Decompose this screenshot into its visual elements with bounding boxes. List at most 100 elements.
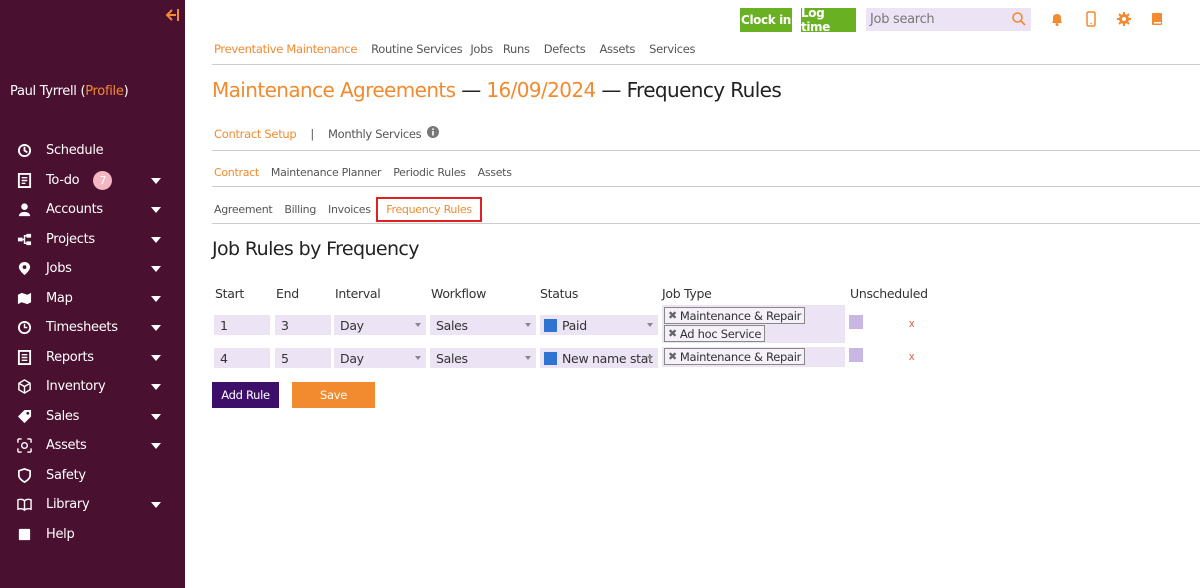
book-icon[interactable] [1149,11,1165,27]
sidebar-item-label: Accounts [46,202,103,218]
nav-routine-services[interactable]: Routine Services [371,42,463,56]
sidebar-item-todo[interactable]: To-do 7 [0,166,185,196]
job-type-multiselect[interactable]: ✖ Maintenance & Repair ✖ Ad hoc Service [662,305,845,343]
title-date[interactable]: 16/09/2024 [486,78,596,102]
sidebar-item-projects[interactable]: Projects [0,225,185,255]
tab-agreement[interactable]: Agreement [214,203,273,216]
bell-icon[interactable] [1049,11,1065,27]
sidebar-item-reports[interactable]: Reports [0,343,185,373]
sidebar-item-timesheets[interactable]: Timesheets [0,313,185,343]
start-input[interactable]: 4 [214,348,270,368]
chevron-down-icon[interactable] [151,177,161,184]
mobile-icon[interactable] [1083,11,1099,27]
collapse-sidebar-icon[interactable] [164,8,180,26]
chevron-down-icon[interactable] [151,266,161,272]
sidebar-item-assets[interactable]: Assets [0,431,185,461]
title-separator: — [595,78,627,102]
nav-preventative-maintenance[interactable]: Preventative Maintenance [214,42,357,56]
reports-icon [16,349,32,365]
chevron-down-icon [647,356,653,360]
tab-periodic-rules[interactable]: Periodic Rules [393,166,466,179]
end-input[interactable]: 5 [275,348,331,368]
nav-jobs[interactable]: Jobs [470,42,493,56]
job-type-tag-label: Maintenance & Repair [679,308,802,323]
schedule-icon [16,143,32,159]
clock-in-button[interactable]: Clock in [740,8,792,32]
tab-contract[interactable]: Contract [214,166,259,179]
chevron-down-icon[interactable] [151,413,161,420]
sidebar-item-jobs[interactable]: Jobs [0,254,185,284]
header-unscheduled: Unscheduled [850,286,928,301]
header-interval: Interval [335,286,381,301]
chevron-down-icon [415,356,421,360]
tab-maintenance-planner[interactable]: Maintenance Planner [271,166,382,179]
job-search-input[interactable]: Job search [866,8,1031,31]
section-title: Job Rules by Frequency [212,238,420,260]
gear-icon[interactable] [1116,11,1132,27]
remove-tag-icon[interactable]: ✖ [668,327,677,340]
info-icon[interactable] [427,126,440,142]
unscheduled-checkbox[interactable] [849,315,863,329]
chevron-down-icon[interactable] [151,295,161,302]
workflow-select[interactable]: Sales [430,315,536,335]
chevron-down-icon[interactable] [151,325,161,331]
chevron-down-icon[interactable] [151,236,161,243]
jobs-icon [16,261,32,277]
tab-separator: | [310,127,314,141]
nav-assets[interactable]: Assets [599,42,635,56]
end-input[interactable]: 3 [275,315,331,335]
tab-contract-setup[interactable]: Contract Setup [214,127,297,142]
tab-monthly-services[interactable]: Monthly Services [328,127,422,142]
divider [212,150,1200,151]
sidebar-item-label: Jobs [46,261,72,277]
chevron-down-icon[interactable] [151,207,161,213]
start-input[interactable]: 1 [214,315,270,335]
status-select[interactable]: Paid [540,315,658,335]
header-end: End [276,286,299,301]
chevron-down-icon [647,323,653,327]
tab-billing[interactable]: Billing [284,203,316,216]
title-current: Frequency Rules [626,78,782,102]
chevron-down-icon[interactable] [151,354,161,361]
title-agreements[interactable]: Maintenance Agreements [212,78,456,102]
chevron-down-icon[interactable] [151,384,161,390]
tab-frequency-rules[interactable]: Frequency Rules [376,197,482,222]
job-type-tag-label: Maintenance & Repair [679,349,802,364]
chevron-down-icon[interactable] [151,502,161,508]
nav-services[interactable]: Services [649,42,695,56]
sidebar-item-label: Help [46,526,75,542]
workflow-select[interactable]: Sales [430,348,536,368]
sidebar-item-help[interactable]: Help [0,520,185,550]
sidebar-item-safety[interactable]: Safety [0,461,185,491]
save-button[interactable]: Save [292,382,375,408]
status-select[interactable]: New name stat [540,348,658,368]
sidebar-item-sales[interactable]: Sales [0,402,185,432]
nav-runs[interactable]: Runs [503,42,530,56]
delete-rule-button[interactable]: x [909,318,915,330]
job-type-tag: ✖ Maintenance & Repair [664,348,806,365]
tab-invoices[interactable]: Invoices [328,203,371,216]
sidebar-item-accounts[interactable]: Accounts [0,195,185,225]
job-type-multiselect[interactable]: ✖ Maintenance & Repair [662,347,845,367]
interval-select[interactable]: Day [334,348,426,368]
remove-tag-icon[interactable]: ✖ [668,309,677,322]
sidebar-item-label: Schedule [46,143,104,159]
remove-tag-icon[interactable]: ✖ [668,350,677,363]
chevron-down-icon[interactable] [151,443,161,449]
sidebar-item-label: Projects [46,231,95,247]
add-rule-button[interactable]: Add Rule [212,382,279,408]
profile-link[interactable]: Profile [85,84,124,99]
sidebar-item-library[interactable]: Library [0,490,185,520]
tab-assets[interactable]: Assets [478,166,512,179]
interval-select[interactable]: Day [334,315,426,335]
sidebar-item-map[interactable]: Map [0,284,185,314]
log-time-button[interactable]: Log time [801,6,856,34]
search-icon[interactable] [1011,11,1027,27]
unscheduled-checkbox[interactable] [849,348,863,362]
sidebar-item-inventory[interactable]: Inventory [0,372,185,402]
sidebar: Paul Tyrrell (Profile) Schedule To-do 7 … [0,0,185,588]
sidebar-item-label: Inventory [46,379,106,395]
nav-defects[interactable]: Defects [544,42,586,56]
delete-rule-button[interactable]: x [909,351,915,363]
sidebar-item-schedule[interactable]: Schedule [0,136,185,166]
